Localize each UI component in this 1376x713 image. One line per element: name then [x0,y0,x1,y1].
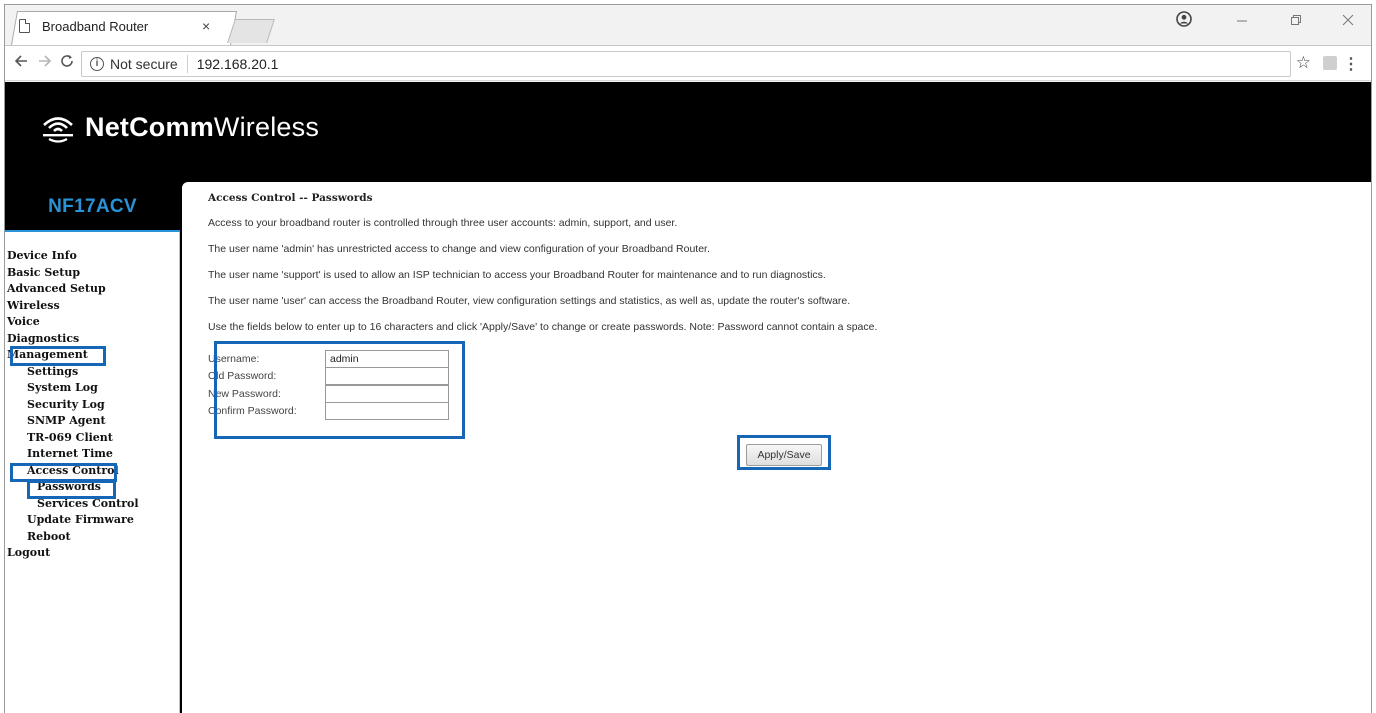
sidebar-item-security-log[interactable]: Security Log [5,397,177,414]
highlight-form [214,341,465,439]
sidebar-border [177,232,180,713]
sidebar-item-reboot[interactable]: Reboot [5,529,177,546]
highlight-management [10,346,106,366]
admin-paragraph: The user name 'admin' has unrestricted a… [208,243,710,255]
address-bar[interactable]: i Not secure 192.168.20.1 [81,51,1291,77]
info-icon[interactable]: i [90,57,104,71]
new-tab-button[interactable] [227,19,275,43]
bookmark-star-icon[interactable]: ☆ [1296,53,1311,73]
close-tab-icon[interactable]: × [202,18,210,34]
sidebar-item-logout[interactable]: Logout [5,545,177,562]
reload-icon[interactable] [57,54,77,73]
sidebar: NF17ACV Device Info Basic Setup Advanced… [5,182,180,713]
sidebar-item-system-log[interactable]: System Log [5,380,177,397]
main-content: Access Control -- Passwords Access to yo… [182,182,1371,713]
profile-icon[interactable] [1171,11,1197,31]
sidebar-menu: Device Info Basic Setup Advanced Setup W… [5,248,177,562]
separator [186,55,188,73]
router-header: NetCommWireless [5,82,1371,182]
intro-paragraph: Access to your broadband router is contr… [208,217,678,229]
back-icon[interactable] [11,54,31,73]
content-text: Access Control -- Passwords Access to yo… [208,192,1358,346]
extension-icon[interactable] [1323,56,1337,70]
sidebar-item-wireless[interactable]: Wireless [5,298,177,315]
sidebar-item-advanced-setup[interactable]: Advanced Setup [5,281,177,298]
browser-toolbar: i Not secure 192.168.20.1 ☆ ⋮ [5,45,1371,81]
sidebar-item-internet-time[interactable]: Internet Time [5,446,177,463]
forward-icon[interactable] [35,54,55,73]
highlight-apply-button [737,435,831,470]
netcomm-logo: NetCommWireless [41,112,319,143]
sidebar-item-voice[interactable]: Voice [5,314,177,331]
tab-strip: Broadband Router × [5,5,1371,45]
url-text[interactable]: 192.168.20.1 [197,56,279,72]
tab-title: Broadband Router [42,18,149,34]
sidebar-item-snmp-agent[interactable]: SNMP Agent [5,413,177,430]
sidebar-item-tr069-client[interactable]: TR-069 Client [5,430,177,447]
model-banner: NF17ACV [5,182,180,232]
close-window-icon[interactable] [1335,13,1361,29]
page-viewport: NetCommWireless NF17ACV Device Info Basi… [5,82,1371,713]
page-title: Access Control -- Passwords [208,192,373,204]
page-icon [19,19,30,33]
sidebar-item-basic-setup[interactable]: Basic Setup [5,265,177,282]
sidebar-item-diagnostics[interactable]: Diagnostics [5,331,177,348]
browser-menu-icon[interactable]: ⋮ [1343,54,1359,74]
sidebar-item-device-info[interactable]: Device Info [5,248,177,265]
sidebar-item-update-firmware[interactable]: Update Firmware [5,512,177,529]
model-name: NF17ACV [48,196,137,217]
user-paragraph: The user name 'user' can access the Broa… [208,295,851,307]
security-status[interactable]: Not secure [110,56,178,72]
brand-name-light: Wireless [213,112,320,142]
wifi-logo-icon [43,116,73,143]
minimize-icon[interactable] [1229,13,1255,29]
browser-window: Broadband Router × i Not secure 192.168.… [4,4,1372,713]
browser-tab[interactable]: Broadband Router × [19,11,229,41]
highlight-passwords [27,480,116,499]
sidebar-divider [5,230,180,232]
support-paragraph: The user name 'support' is used to allow… [208,269,826,281]
brand-name-bold: NetComm [85,112,214,142]
restore-icon[interactable] [1283,13,1309,29]
